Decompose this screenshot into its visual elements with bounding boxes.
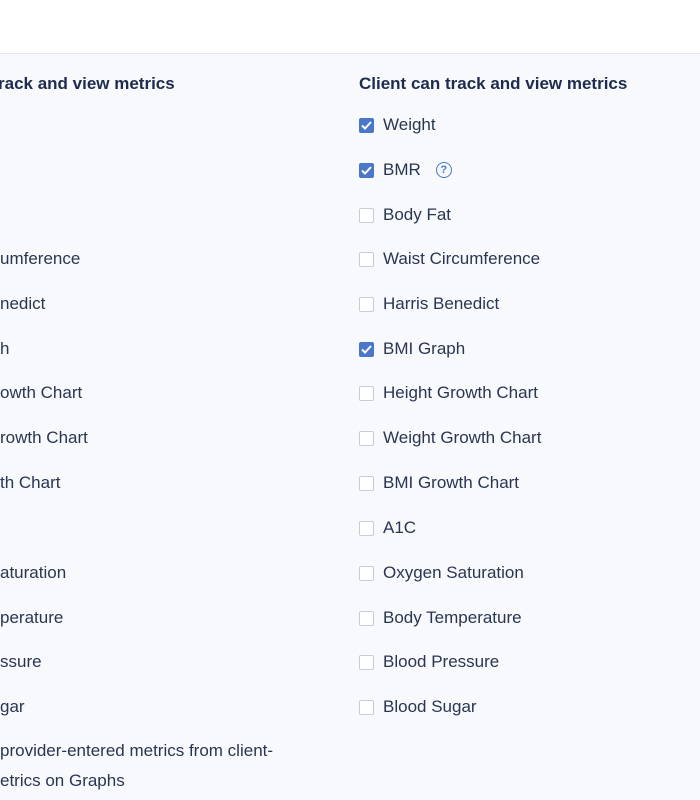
metric-label: A1C [383,518,417,537]
metric-height-growth-chart[interactable]: Height Growth Chart [359,382,538,404]
metric-label: Harris Benedict [383,294,500,313]
checkbox[interactable] [359,610,374,626]
metric-label: Body Temperature [383,608,522,627]
left-metric-label: umference [0,249,81,268]
metric-label: BMR [383,160,421,179]
metric-oxygen-saturation[interactable]: Oxygen Saturation [359,562,524,584]
left-column-header: rack and view metrics [0,74,175,93]
metric-weight-growth-chart[interactable]: Weight Growth Chart [359,427,541,449]
metric-blood-sugar[interactable]: Blood Sugar [359,696,477,718]
checkmark-icon [361,120,372,130]
checkbox[interactable] [359,430,374,446]
left-metric-label: perature [0,608,64,627]
left-footer-line-1: provider-entered metrics from client- [0,741,274,760]
left-metric-label: gar [0,697,25,716]
left-metric-bmi-graph[interactable]: h [0,338,9,360]
checkbox[interactable] [359,341,374,357]
metric-label: Height Growth Chart [383,383,538,402]
metric-weight[interactable]: Weight [359,114,436,136]
left-footer-line-2: etrics on Graphs [0,771,125,790]
metric-label: BMI Graph [383,339,466,358]
right-column-header: Client can track and view metrics [359,74,628,93]
metric-a1c[interactable]: A1C [359,517,416,539]
checkbox[interactable] [359,385,374,401]
left-metric-label: nedict [0,294,46,313]
checkbox[interactable] [359,162,374,178]
top-bar [0,0,700,54]
metric-label: Body Fat [383,205,452,224]
metric-label: Blood Sugar [383,697,477,716]
metric-label: Waist Circumference [383,249,541,268]
help-icon[interactable]: ? [435,162,452,178]
metric-body-fat[interactable]: Body Fat [359,204,451,226]
checkbox[interactable] [359,520,374,536]
left-metric-bmi-growth-chart[interactable]: th Chart [0,472,60,494]
checkbox[interactable] [359,296,374,312]
checkbox[interactable] [359,699,374,715]
checkbox[interactable] [359,251,374,267]
left-metric-label: h [0,339,10,358]
left-metric-label: rowth Chart [0,428,88,447]
metric-bmr[interactable]: BMR ? [359,159,452,181]
left-metric-oxygen-saturation[interactable]: aturation [0,562,66,584]
metric-bmi-growth-chart[interactable]: BMI Growth Chart [359,472,519,494]
metric-label: Blood Pressure [383,652,500,671]
left-metric-label: owth Chart [0,383,83,402]
metric-label: Weight [383,115,436,134]
metric-waist-circumference[interactable]: Waist Circumference [359,248,540,270]
checkmark-icon [361,165,372,175]
left-metric-waist-circumference[interactable]: umference [0,248,80,270]
checkbox[interactable] [359,117,374,133]
checkbox[interactable] [359,654,374,670]
metric-bmi-graph[interactable]: BMI Graph [359,338,465,360]
metric-label: Oxygen Saturation [383,563,524,582]
metric-label: BMI Growth Chart [383,473,520,492]
left-metric-blood-sugar[interactable]: gar [0,696,25,718]
checkmark-icon [361,344,372,354]
left-metric-height-growth-chart[interactable]: owth Chart [0,382,82,404]
left-metric-harris-benedict[interactable]: nedict [0,293,45,315]
metric-blood-pressure[interactable]: Blood Pressure [359,651,499,673]
checkbox[interactable] [359,475,374,491]
left-metric-label: th Chart [0,473,61,492]
checkbox[interactable] [359,207,374,223]
checkbox[interactable] [359,565,374,581]
metric-label: Weight Growth Chart [383,428,542,447]
metrics-settings-panel [0,54,700,800]
left-metric-label: aturation [0,563,67,582]
metric-harris-benedict[interactable]: Harris Benedict [359,293,499,315]
metric-body-temperature[interactable]: Body Temperature [359,607,522,629]
left-metric-blood-pressure[interactable]: ssure [0,651,42,673]
left-metric-label: ssure [0,652,42,671]
left-metric-weight-growth-chart[interactable]: rowth Chart [0,427,88,449]
left-metric-body-temperature[interactable]: perature [0,607,63,629]
